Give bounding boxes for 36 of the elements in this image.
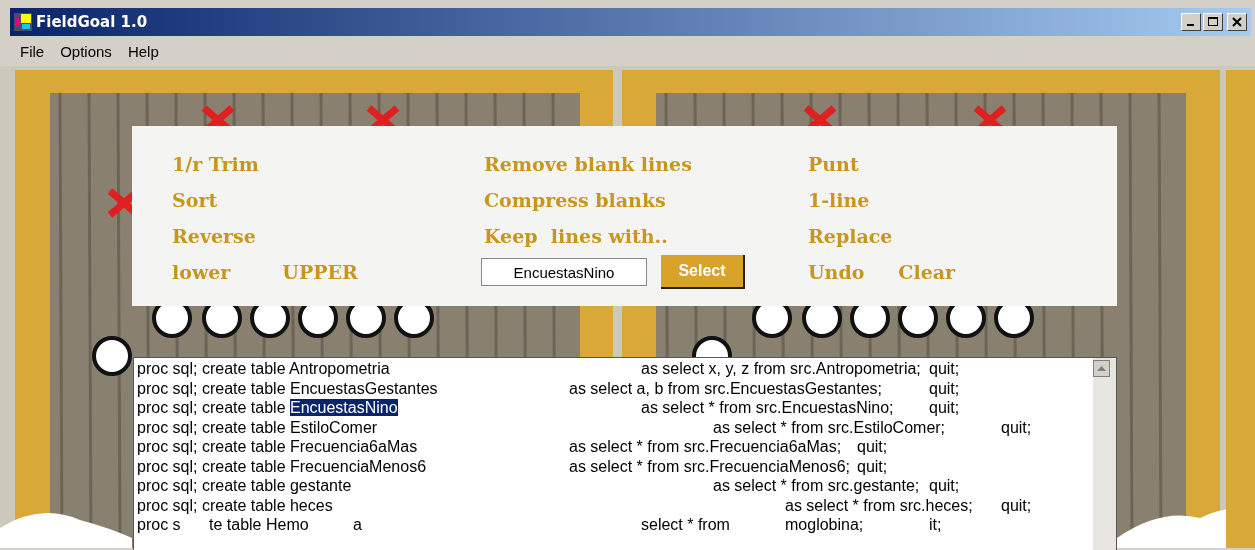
tool-button[interactable]: Keep lines with.. — [484, 225, 668, 247]
menu-item[interactable]: Help — [119, 42, 167, 60]
scroll-up-icon[interactable] — [1093, 360, 1110, 377]
menu-item[interactable]: Options — [52, 42, 120, 60]
maximize-button[interactable] — [1203, 13, 1223, 31]
maximize-icon[interactable] — [1208, 17, 1218, 27]
tool-button[interactable]: 1/r Trim — [172, 153, 259, 175]
code-line[interactable]: proc sql; create table EncuestasGestantes as select a, b from src.EncuestasGestantes; quit; — [137, 378, 1093, 398]
code-line[interactable]: proc sql; create table heces as select * from src.heces; quit; — [137, 495, 1093, 515]
code-line[interactable]: proc sql; create table Antropometria as select x, y, z from src.Antropometria; quit; — [137, 359, 1093, 379]
tool-button[interactable]: 1-line — [808, 189, 870, 211]
tool-button[interactable]: Undo — [808, 261, 865, 283]
tool-button[interactable]: Remove blank lines — [484, 153, 692, 175]
menu-item[interactable]: File — [12, 42, 53, 60]
minimize-button[interactable] — [1181, 13, 1201, 31]
window-title: FieldGoal 1.0 — [36, 13, 148, 31]
tool-button[interactable]: UPPER — [282, 261, 358, 283]
scrollbar[interactable] — [1093, 358, 1116, 550]
close-icon[interactable] — [1232, 17, 1242, 27]
tool-button[interactable]: Replace — [808, 225, 893, 247]
tool-button[interactable]: Sort — [172, 189, 218, 211]
code-line[interactable]: proc sql; create table Frecuencia6aMas as select * from src.Frecuencia6aMas; quit; — [137, 437, 1093, 457]
code-line[interactable]: proc sql; create table EstiloComer as select * from src.EstiloComer; quit; — [137, 417, 1093, 437]
tool-button[interactable]: Compress blanks — [484, 189, 666, 211]
tool-button[interactable]: Clear — [898, 261, 956, 283]
code-line[interactable]: proc sql; create table FrecuenciaMenos6 as select * from src.FrecuenciaMenos6; quit; — [137, 456, 1093, 476]
filter-input[interactable]: EncuestasNino — [481, 258, 647, 286]
select-button[interactable]: Select — [661, 255, 745, 289]
code-line[interactable]: proc sql; create table EncuestasNino as select * from src.EncuestasNino; quit; — [137, 398, 1093, 418]
close-button[interactable] — [1227, 13, 1247, 31]
code-line[interactable]: proc sql; create table gestante as select * from src.gestante; quit; — [137, 476, 1093, 496]
tool-button[interactable]: lower — [172, 261, 231, 283]
code-line[interactable]: proc s te table Hemo a select * from moglobina; it; — [137, 515, 1093, 535]
tool-button[interactable]: Punt — [808, 153, 859, 175]
tool-button[interactable]: Reverse — [172, 225, 256, 247]
app-icon — [14, 13, 32, 31]
